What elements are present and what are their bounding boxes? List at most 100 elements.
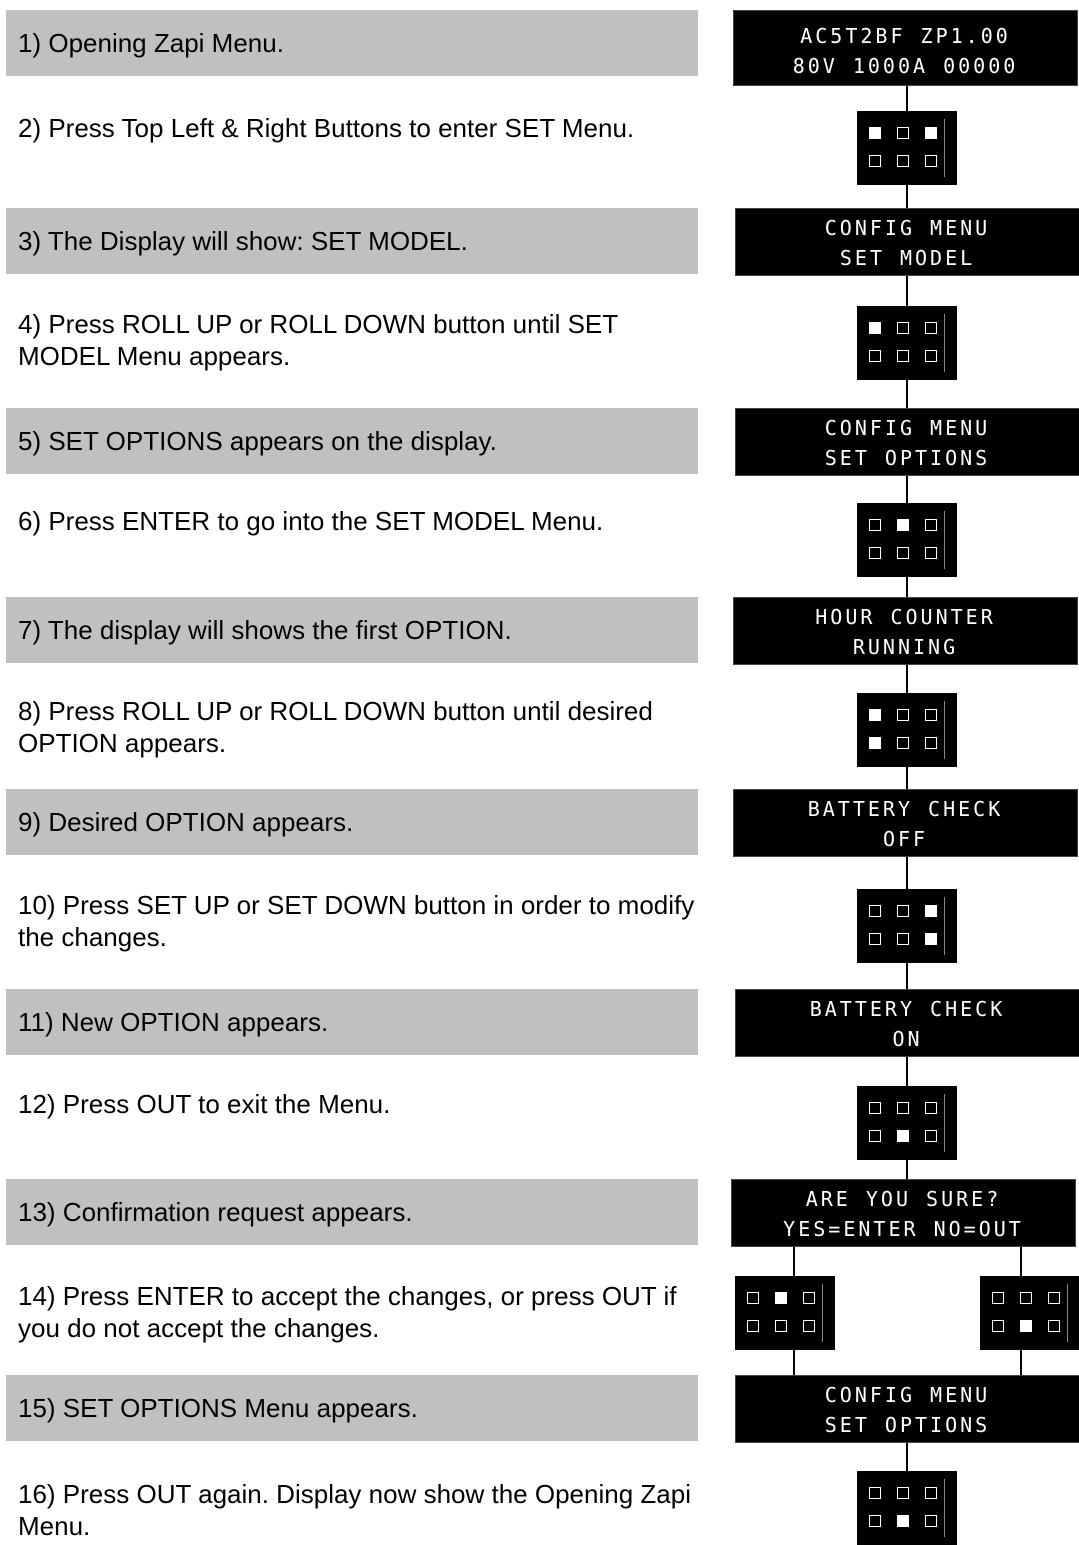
pressed-key-icon xyxy=(1020,1320,1032,1332)
connector-line xyxy=(906,1443,908,1471)
connector-line xyxy=(906,380,908,408)
keypad xyxy=(735,1276,835,1350)
pressed-key-icon xyxy=(897,1130,909,1142)
lcd-line2: 80V 1000A 00000 xyxy=(792,54,1019,78)
key-icon xyxy=(869,1487,881,1499)
lcd-line1: CONFIG MENU xyxy=(824,216,991,240)
keypad xyxy=(857,889,957,963)
keypad-edge xyxy=(944,1479,945,1537)
display-keypad-flow: AC5T2BF ZP1.00 80V 1000A 00000 CONFIG MENU… xyxy=(0,0,1079,1545)
lcd-line1: AC5T2BF ZP1.00 xyxy=(800,24,1011,48)
key-icon xyxy=(897,933,909,945)
key-icon xyxy=(869,1102,881,1114)
key-icon xyxy=(925,350,937,362)
keypad-edge xyxy=(1067,1284,1068,1342)
lcd-line2: YES=ENTER NO=OUT xyxy=(783,1217,1024,1241)
key-icon xyxy=(775,1320,787,1332)
keypad-edge xyxy=(944,314,945,372)
connector-line xyxy=(1020,1350,1022,1375)
connector-line xyxy=(906,767,908,789)
pressed-key-icon xyxy=(775,1292,787,1304)
key-icon xyxy=(897,155,909,167)
keypad xyxy=(857,1086,957,1160)
lcd-display: CONFIG MENU SET OPTIONS xyxy=(735,1375,1079,1443)
key-icon xyxy=(869,1130,881,1142)
key-icon xyxy=(803,1320,815,1332)
pressed-key-icon xyxy=(869,709,881,721)
key-icon xyxy=(897,737,909,749)
keypad-edge xyxy=(944,701,945,759)
connector-line xyxy=(906,577,908,597)
key-icon xyxy=(869,547,881,559)
lcd-line1: ARE YOU SURE? xyxy=(805,1187,1002,1211)
key-icon xyxy=(869,905,881,917)
lcd-display: AC5T2BF ZP1.00 80V 1000A 00000 xyxy=(733,10,1078,86)
key-icon xyxy=(925,709,937,721)
key-icon xyxy=(747,1292,759,1304)
pressed-key-icon xyxy=(897,519,909,531)
lcd-line1: BATTERY CHECK xyxy=(807,797,1004,821)
key-icon xyxy=(897,547,909,559)
keypad xyxy=(857,111,957,185)
key-icon xyxy=(925,519,937,531)
key-icon xyxy=(897,127,909,139)
keypad-edge xyxy=(944,511,945,569)
lcd-display: ARE YOU SURE? YES=ENTER NO=OUT xyxy=(731,1179,1076,1247)
connector-line xyxy=(906,276,908,306)
lcd-display: HOUR COUNTER RUNNING xyxy=(733,597,1078,665)
key-icon xyxy=(897,322,909,334)
key-icon xyxy=(869,155,881,167)
keypad xyxy=(857,1471,957,1545)
pressed-key-icon xyxy=(897,1515,909,1527)
key-icon xyxy=(897,1487,909,1499)
lcd-line1: CONFIG MENU xyxy=(824,1383,991,1407)
key-icon xyxy=(803,1292,815,1304)
key-icon xyxy=(897,350,909,362)
pressed-key-icon xyxy=(925,905,937,917)
pressed-key-icon xyxy=(869,127,881,139)
connector-line xyxy=(906,963,908,989)
connector-line xyxy=(793,1350,795,1375)
key-icon xyxy=(1048,1292,1060,1304)
pressed-key-icon xyxy=(869,322,881,334)
lcd-display: BATTERY CHECK OFF xyxy=(733,789,1078,857)
keypad xyxy=(857,306,957,380)
connector-line xyxy=(906,857,908,889)
key-icon xyxy=(925,155,937,167)
key-icon xyxy=(869,1515,881,1527)
pressed-key-icon xyxy=(925,933,937,945)
pressed-key-icon xyxy=(925,127,937,139)
key-icon xyxy=(869,933,881,945)
keypad xyxy=(857,693,957,767)
keypad xyxy=(857,503,957,577)
key-icon xyxy=(1048,1320,1060,1332)
key-icon xyxy=(925,322,937,334)
key-icon xyxy=(925,1515,937,1527)
connector-line xyxy=(906,86,908,111)
key-icon xyxy=(925,547,937,559)
connector-line xyxy=(793,1247,795,1276)
connector-line xyxy=(1020,1247,1022,1276)
lcd-line2: RUNNING xyxy=(852,635,959,659)
lcd-display: BATTERY CHECK ON xyxy=(735,989,1079,1057)
keypad-edge xyxy=(944,1094,945,1152)
key-icon xyxy=(897,905,909,917)
pressed-key-icon xyxy=(869,737,881,749)
lcd-display: CONFIG MENU SET OPTIONS xyxy=(735,408,1079,476)
lcd-display: CONFIG MENU SET MODEL xyxy=(735,208,1079,276)
connector-line xyxy=(906,1160,908,1179)
keypad xyxy=(980,1276,1079,1350)
key-icon xyxy=(925,737,937,749)
keypad-edge xyxy=(822,1284,823,1342)
connector-line xyxy=(906,665,908,693)
keypad-edge xyxy=(944,897,945,955)
lcd-line2: SET OPTIONS xyxy=(824,446,991,470)
lcd-line1: HOUR COUNTER xyxy=(815,605,996,629)
key-icon xyxy=(1020,1292,1032,1304)
connector-line xyxy=(906,1057,908,1086)
connector-line xyxy=(906,185,908,208)
lcd-line2: SET MODEL xyxy=(839,246,976,270)
key-icon xyxy=(897,1102,909,1114)
key-icon xyxy=(992,1320,1004,1332)
key-icon xyxy=(925,1130,937,1142)
